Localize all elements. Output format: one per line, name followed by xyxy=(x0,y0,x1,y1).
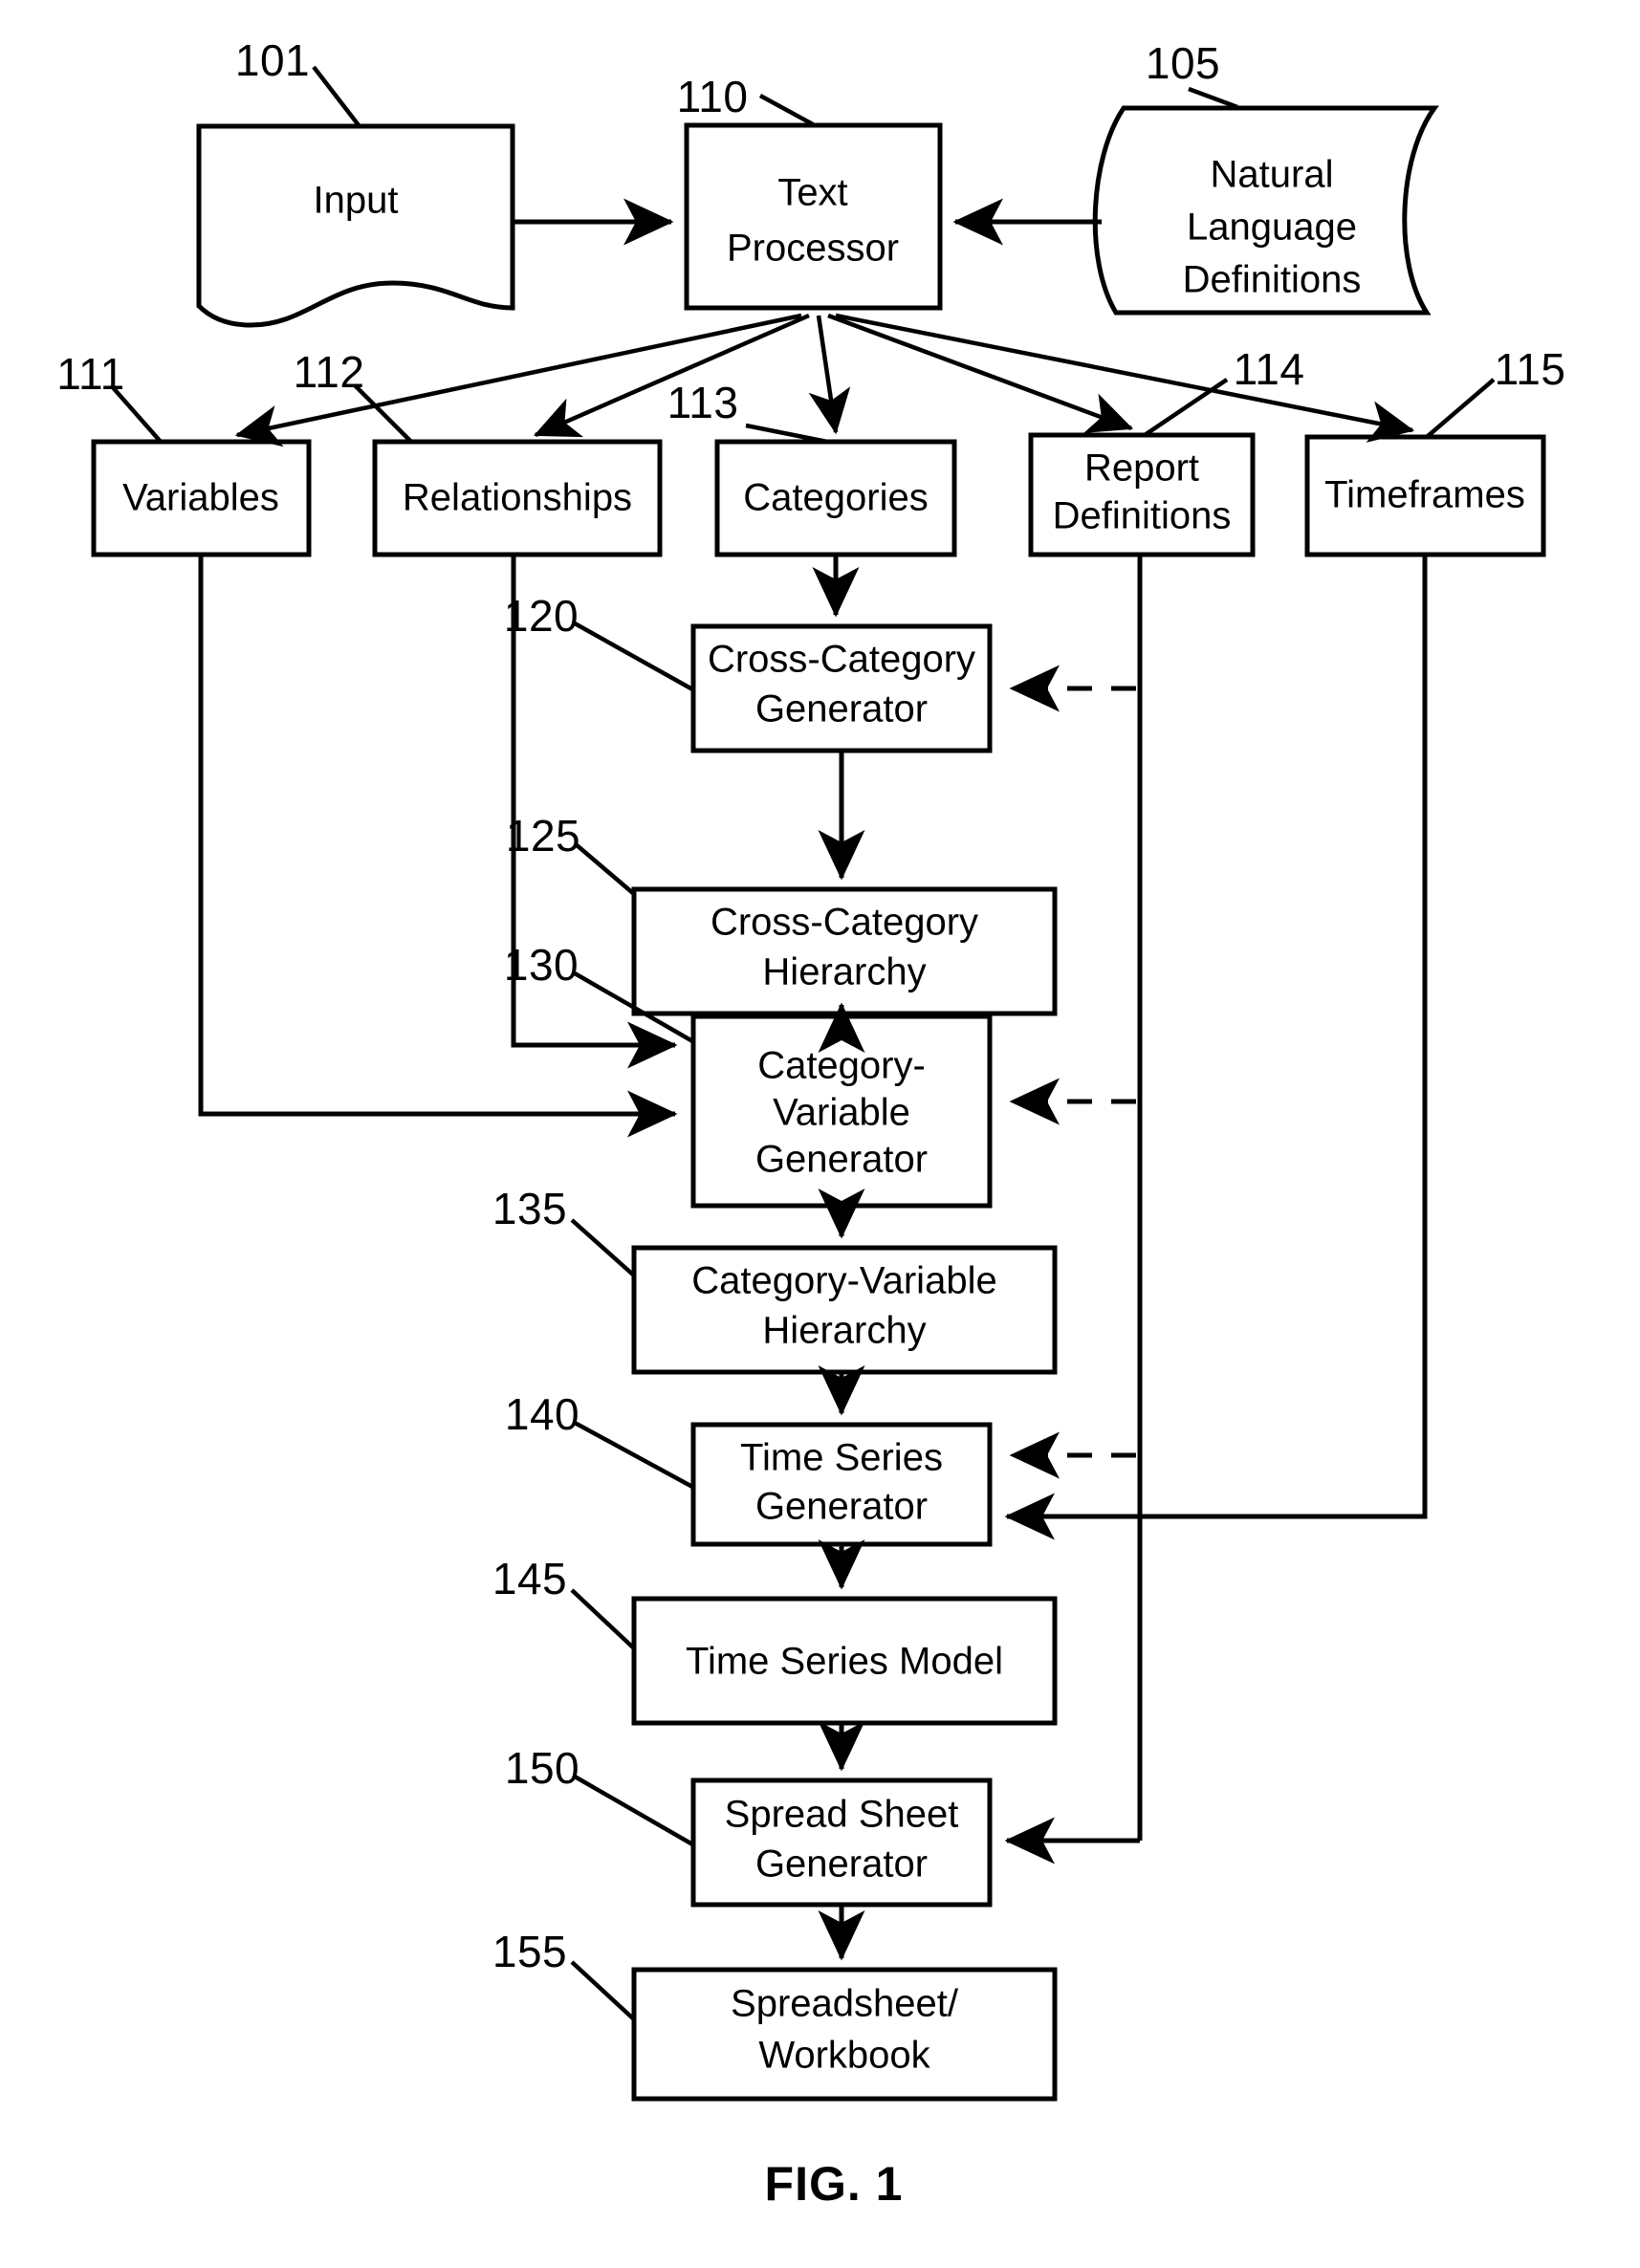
node-text-processor-label-line2: Processor xyxy=(727,228,899,270)
node-categories[interactable]: Categories xyxy=(714,439,957,557)
cvh-label-line1: Category-Variable xyxy=(691,1260,996,1302)
ref-number-125: 125 xyxy=(506,811,580,861)
cch-label-line2: Hierarchy xyxy=(762,951,926,993)
node-text-processor-label-line1: Text xyxy=(777,172,847,214)
ref-number-135: 135 xyxy=(492,1184,567,1233)
node-natural-language-definitions[interactable]: Natural Language Definitions xyxy=(1092,105,1439,316)
ref-number-111: 111 xyxy=(56,349,124,399)
node-spreadsheet-workbook[interactable]: Spreadsheet/ Workbook xyxy=(631,1967,1058,2102)
tsg-label-line1: Time Series xyxy=(740,1437,943,1479)
ssg-label-line2: Generator xyxy=(755,1843,928,1886)
tsg-label-line2: Generator xyxy=(755,1486,928,1528)
edge-tp-to-timeframes xyxy=(835,313,1415,443)
ssg-label-line1: Spread Sheet xyxy=(725,1794,959,1836)
leader-line-150 xyxy=(573,1775,696,1847)
ref-number-112: 112 xyxy=(294,347,365,397)
edge-timeframes-to-tsg xyxy=(1004,556,1428,1540)
report-definitions-label-line2: Definitions xyxy=(1053,495,1232,537)
ccg-label-line2: Generator xyxy=(755,688,928,731)
node-spread-sheet-generator[interactable]: Spread Sheet Generator xyxy=(690,1777,993,1908)
cvg-label-line2: Variable xyxy=(773,1092,910,1134)
ccg-label-line1: Cross-Category xyxy=(708,639,975,681)
edge-tp-to-report-definitions xyxy=(827,313,1134,433)
report-definitions-label-line1: Report xyxy=(1084,447,1199,490)
patent-figure-root: Input 101 Text Processor 110 Natural Lan… xyxy=(0,0,1640,2268)
node-report-definitions[interactable]: Report Definitions xyxy=(1028,432,1256,557)
nld-label-line3: Definitions xyxy=(1183,259,1362,301)
node-cross-category-hierarchy[interactable]: Cross-Category Hierarchy xyxy=(631,886,1058,1016)
node-timeframes-label: Timeframes xyxy=(1324,474,1525,516)
cch-label-line1: Cross-Category xyxy=(711,902,978,944)
node-time-series-generator[interactable]: Time Series Generator xyxy=(690,1422,993,1547)
ref-number-115: 115 xyxy=(1495,344,1566,394)
nld-label-line2: Language xyxy=(1187,207,1357,249)
flow-diagram-canvas: Input 101 Text Processor 110 Natural Lan… xyxy=(56,35,1566,2211)
leader-line-113 xyxy=(745,423,828,445)
ref-number-140: 140 xyxy=(505,1389,579,1439)
node-timeframes[interactable]: Timeframes xyxy=(1304,434,1546,557)
ref-number-155: 155 xyxy=(492,1927,567,1976)
text-processor-box xyxy=(684,122,943,311)
node-variables-label: Variables xyxy=(122,477,279,519)
node-category-variable-generator[interactable]: Category- Variable Generator xyxy=(690,1014,993,1209)
node-input-label: Input xyxy=(314,180,399,222)
node-input[interactable]: Input xyxy=(196,123,515,328)
ref-number-145: 145 xyxy=(492,1554,567,1603)
leader-line-120 xyxy=(573,622,696,692)
nld-label-line1: Natural xyxy=(1211,154,1334,196)
ref-number-114: 114 xyxy=(1234,344,1305,394)
cvh-label-line2: Hierarchy xyxy=(762,1310,926,1352)
node-categories-label: Categories xyxy=(743,477,928,519)
leader-line-135 xyxy=(570,1218,636,1277)
node-time-series-model[interactable]: Time Series Model xyxy=(631,1596,1058,1726)
node-text-processor[interactable]: Text Processor xyxy=(684,122,943,311)
leader-line-125 xyxy=(574,842,636,896)
figure-caption: FIG. 1 xyxy=(765,2157,904,2211)
ref-number-150: 150 xyxy=(505,1743,579,1793)
leader-line-145 xyxy=(570,1588,636,1650)
leader-line-114 xyxy=(1143,378,1229,437)
leader-line-110 xyxy=(758,94,815,126)
node-variables[interactable]: Variables xyxy=(91,439,312,557)
ref-number-101: 101 xyxy=(235,35,310,85)
node-cross-category-generator[interactable]: Cross-Category Generator xyxy=(690,623,993,753)
sw-label-line1: Spreadsheet/ xyxy=(731,1983,959,2025)
ref-number-105: 105 xyxy=(1146,38,1220,88)
edge-tp-to-categories xyxy=(808,315,851,435)
node-category-variable-hierarchy[interactable]: Category-Variable Hierarchy xyxy=(631,1245,1058,1375)
leader-line-101 xyxy=(312,65,361,127)
ref-number-113: 113 xyxy=(667,378,739,427)
leader-line-115 xyxy=(1425,378,1496,439)
cvg-label-line1: Category- xyxy=(757,1045,926,1087)
cvg-label-line3: Generator xyxy=(755,1139,928,1181)
node-relationships[interactable]: Relationships xyxy=(372,439,663,557)
leader-line-140 xyxy=(573,1421,696,1490)
input-document-shape xyxy=(196,123,515,328)
ref-number-110: 110 xyxy=(677,72,749,121)
node-relationships-label: Relationships xyxy=(403,477,632,519)
sw-label-line2: Workbook xyxy=(758,2035,930,2077)
leader-line-105 xyxy=(1188,86,1238,110)
leader-line-155 xyxy=(570,1960,636,2021)
node-time-series-model-label: Time Series Model xyxy=(686,1641,1003,1683)
